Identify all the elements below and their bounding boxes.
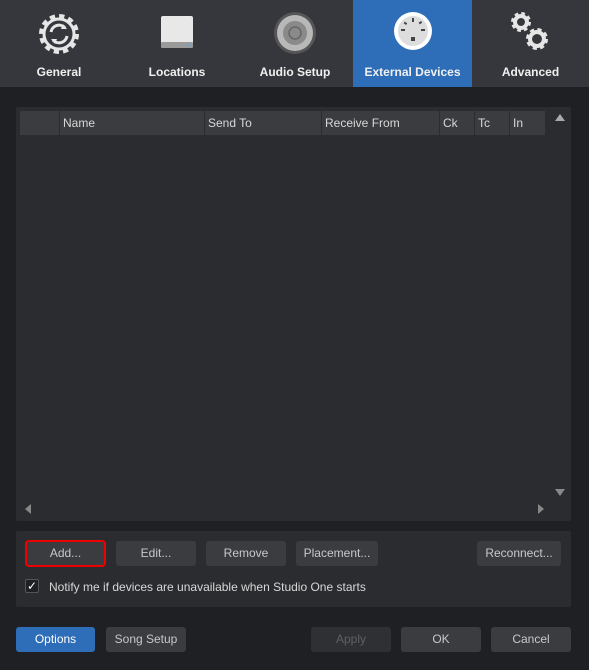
tab-advanced[interactable]: Advanced <box>472 0 589 87</box>
scroll-left-icon[interactable] <box>25 504 31 514</box>
tab-label: Advanced <box>501 65 560 79</box>
placement-button[interactable]: Placement... <box>296 541 378 566</box>
column-header-in[interactable]: In <box>510 111 546 135</box>
column-header-send-to[interactable]: Send To <box>205 111 322 135</box>
drive-icon <box>161 16 193 48</box>
tab-label: Audio Setup <box>259 65 331 79</box>
scroll-right-icon[interactable] <box>538 504 544 514</box>
tab-audio-setup[interactable]: Audio Setup <box>236 0 354 87</box>
apply-button[interactable]: Apply <box>311 627 391 652</box>
tab-label: General <box>36 65 82 79</box>
preferences-tabbar: General Locations Audio Setup External D… <box>0 0 589 87</box>
ok-button[interactable]: OK <box>401 627 481 652</box>
options-button[interactable]: Options <box>16 627 95 652</box>
tab-label: Locations <box>148 65 206 79</box>
cancel-button[interactable]: Cancel <box>491 627 571 652</box>
column-header-ck[interactable]: Ck <box>440 111 475 135</box>
tab-locations[interactable]: Locations <box>118 0 236 87</box>
tab-general[interactable]: General <box>0 0 118 87</box>
song-setup-button[interactable]: Song Setup <box>106 627 186 652</box>
notify-checkbox[interactable]: ✓ <box>25 579 39 593</box>
column-header-receive-from[interactable]: Receive From <box>322 111 440 135</box>
column-header-tc[interactable]: Tc <box>475 111 510 135</box>
reconnect-button[interactable]: Reconnect... <box>477 541 561 566</box>
tab-external-devices[interactable]: External Devices <box>353 0 472 87</box>
edit-button[interactable]: Edit... <box>116 541 196 566</box>
tab-label: External Devices <box>364 65 461 79</box>
devices-table <box>16 107 571 521</box>
notify-label[interactable]: Notify me if devices are unavailable whe… <box>49 580 366 594</box>
gears-icon <box>510 12 548 50</box>
column-header-name[interactable]: Name <box>60 111 205 135</box>
column-header-blank[interactable] <box>20 111 60 135</box>
scroll-down-icon[interactable] <box>555 489 565 496</box>
midi-connector-icon <box>393 12 432 50</box>
add-button[interactable]: Add... <box>25 540 106 567</box>
speaker-icon <box>274 12 316 54</box>
remove-button[interactable]: Remove <box>206 541 286 566</box>
scroll-up-icon[interactable] <box>555 114 565 121</box>
gear-sync-icon <box>39 14 79 54</box>
